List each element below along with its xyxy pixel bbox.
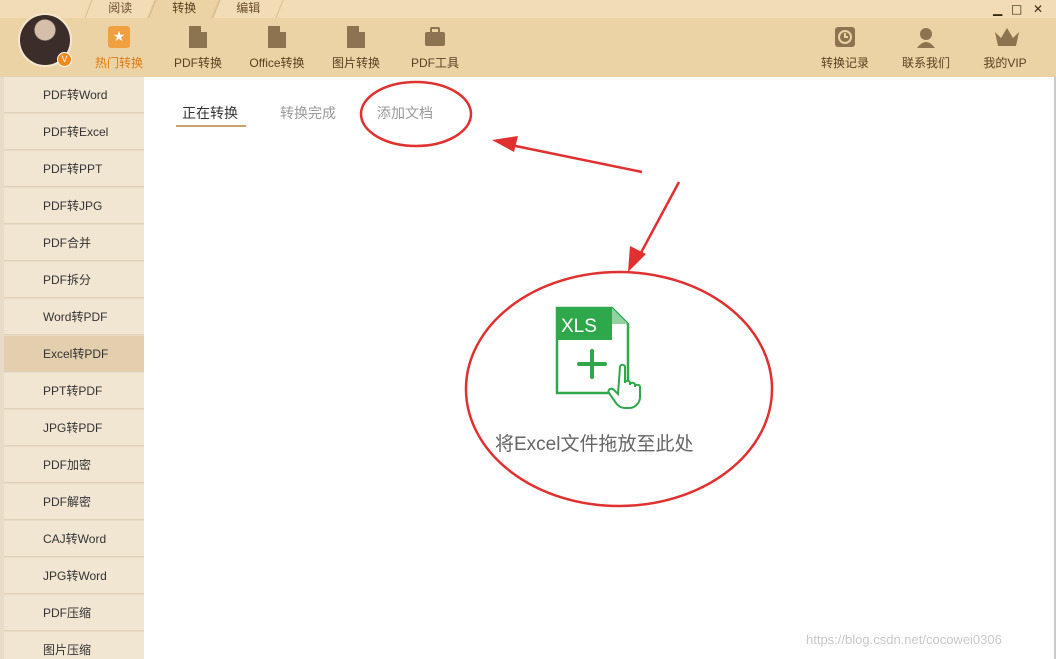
toolbar-contact-label: 联系我们: [901, 56, 950, 70]
toolbar-vip[interactable]: 我的VIP: [973, 26, 1037, 71]
toolbar-office-convert[interactable]: Office转换: [245, 26, 309, 71]
sidebar-item-jpg-to-pdf[interactable]: JPG转PDF: [4, 410, 144, 446]
xls-add-file-icon: XLS: [555, 306, 641, 409]
sidebar-item-word-to-pdf[interactable]: Word转PDF: [4, 299, 144, 335]
crown-icon: [994, 26, 1019, 48]
sidebar-item-pdf-to-word[interactable]: PDF转Word: [4, 77, 144, 113]
drop-zone-label: 将Excel文件拖放至此处: [495, 434, 694, 455]
toolbar-hot-convert-label: 热门转换: [94, 56, 143, 70]
toolbar-contact[interactable]: 联系我们: [894, 26, 958, 71]
toolbar-pdf-tools[interactable]: PDF工具: [403, 26, 467, 71]
sidebar: PDF转Word PDF转Excel PDF转PPT PDF转JPG PDF合并…: [0, 77, 144, 659]
close-button[interactable]: ✕: [1033, 2, 1043, 16]
vip-badge: V: [58, 53, 71, 66]
sidebar-item-image-compress[interactable]: 图片压缩: [4, 632, 144, 659]
toolbar-image-convert-label: 图片转换: [331, 56, 380, 70]
toolbar-hot-convert[interactable]: ★ 热门转换: [87, 26, 151, 71]
tab-convert[interactable]: 转换: [148, 0, 220, 18]
sidebar-item-pdf-decrypt[interactable]: PDF解密: [4, 484, 144, 520]
toolbar-pdf-tools-label: PDF工具: [410, 56, 459, 70]
toolbar-pdf-convert[interactable]: PDF转换: [166, 26, 230, 71]
tab-read[interactable]: 阅读: [84, 0, 156, 18]
history-icon: [834, 26, 856, 48]
maximize-button[interactable]: □: [1011, 2, 1022, 16]
sidebar-item-pdf-to-ppt[interactable]: PDF转PPT: [4, 151, 144, 187]
toolbar-vip-label: 我的VIP: [983, 56, 1027, 70]
image-icon: [345, 26, 367, 48]
sidebar-item-excel-to-pdf[interactable]: Excel转PDF: [4, 336, 144, 372]
toolbar-office-convert-label: Office转换: [249, 56, 305, 70]
sidebar-item-jpg-to-word[interactable]: JPG转Word: [4, 558, 144, 594]
watermark: https://blog.csdn.net/cocowei0306: [806, 632, 1002, 647]
add-document-button[interactable]: 添加文档: [377, 103, 433, 123]
toolbar-history-label: 转换记录: [820, 56, 869, 70]
minimize-button[interactable]: ▁: [993, 2, 1002, 16]
tab-converting[interactable]: 正在转换: [182, 103, 238, 123]
main-content: 正在转换 转换完成 添加文档 XLS 将Excel文件拖放至此处: [144, 77, 1054, 659]
toolbox-icon: [424, 26, 446, 48]
tab-read-label: 阅读: [108, 1, 133, 15]
toolbar-history[interactable]: 转换记录: [813, 26, 877, 71]
tab-completed[interactable]: 转换完成: [280, 103, 336, 123]
active-tab-indicator: [176, 125, 246, 127]
tab-edit[interactable]: 编辑: [212, 0, 284, 18]
sidebar-item-pdf-merge[interactable]: PDF合并: [4, 225, 144, 261]
toolbar-image-convert[interactable]: 图片转换: [324, 26, 388, 71]
top-toolbar: 阅读 转换 编辑 V ★ 热门转换 PDF转换 Office转换 图片转换 PD…: [0, 0, 1056, 77]
pdf-icon: [187, 26, 209, 48]
tab-convert-label: 转换: [172, 1, 197, 15]
sidebar-item-pdf-encrypt[interactable]: PDF加密: [4, 447, 144, 483]
sidebar-item-pdf-to-jpg[interactable]: PDF转JPG: [4, 188, 144, 224]
star-icon: ★: [108, 26, 130, 48]
document-icon: [266, 26, 288, 48]
xls-badge-text: XLS: [561, 316, 597, 337]
sidebar-item-pdf-split[interactable]: PDF拆分: [4, 262, 144, 298]
drop-zone[interactable]: XLS: [444, 287, 774, 487]
toolbar-pdf-convert-label: PDF转换: [173, 56, 222, 70]
sidebar-item-caj-to-word[interactable]: CAJ转Word: [4, 521, 144, 557]
sidebar-item-pdf-to-excel[interactable]: PDF转Excel: [4, 114, 144, 150]
sidebar-item-pdf-compress[interactable]: PDF压缩: [4, 595, 144, 631]
app-window: 阅读 转换 编辑 V ★ 热门转换 PDF转换 Office转换 图片转换 PD…: [0, 0, 1056, 659]
headset-icon: [915, 26, 937, 48]
tab-edit-label: 编辑: [236, 1, 261, 15]
sidebar-item-ppt-to-pdf[interactable]: PPT转PDF: [4, 373, 144, 409]
